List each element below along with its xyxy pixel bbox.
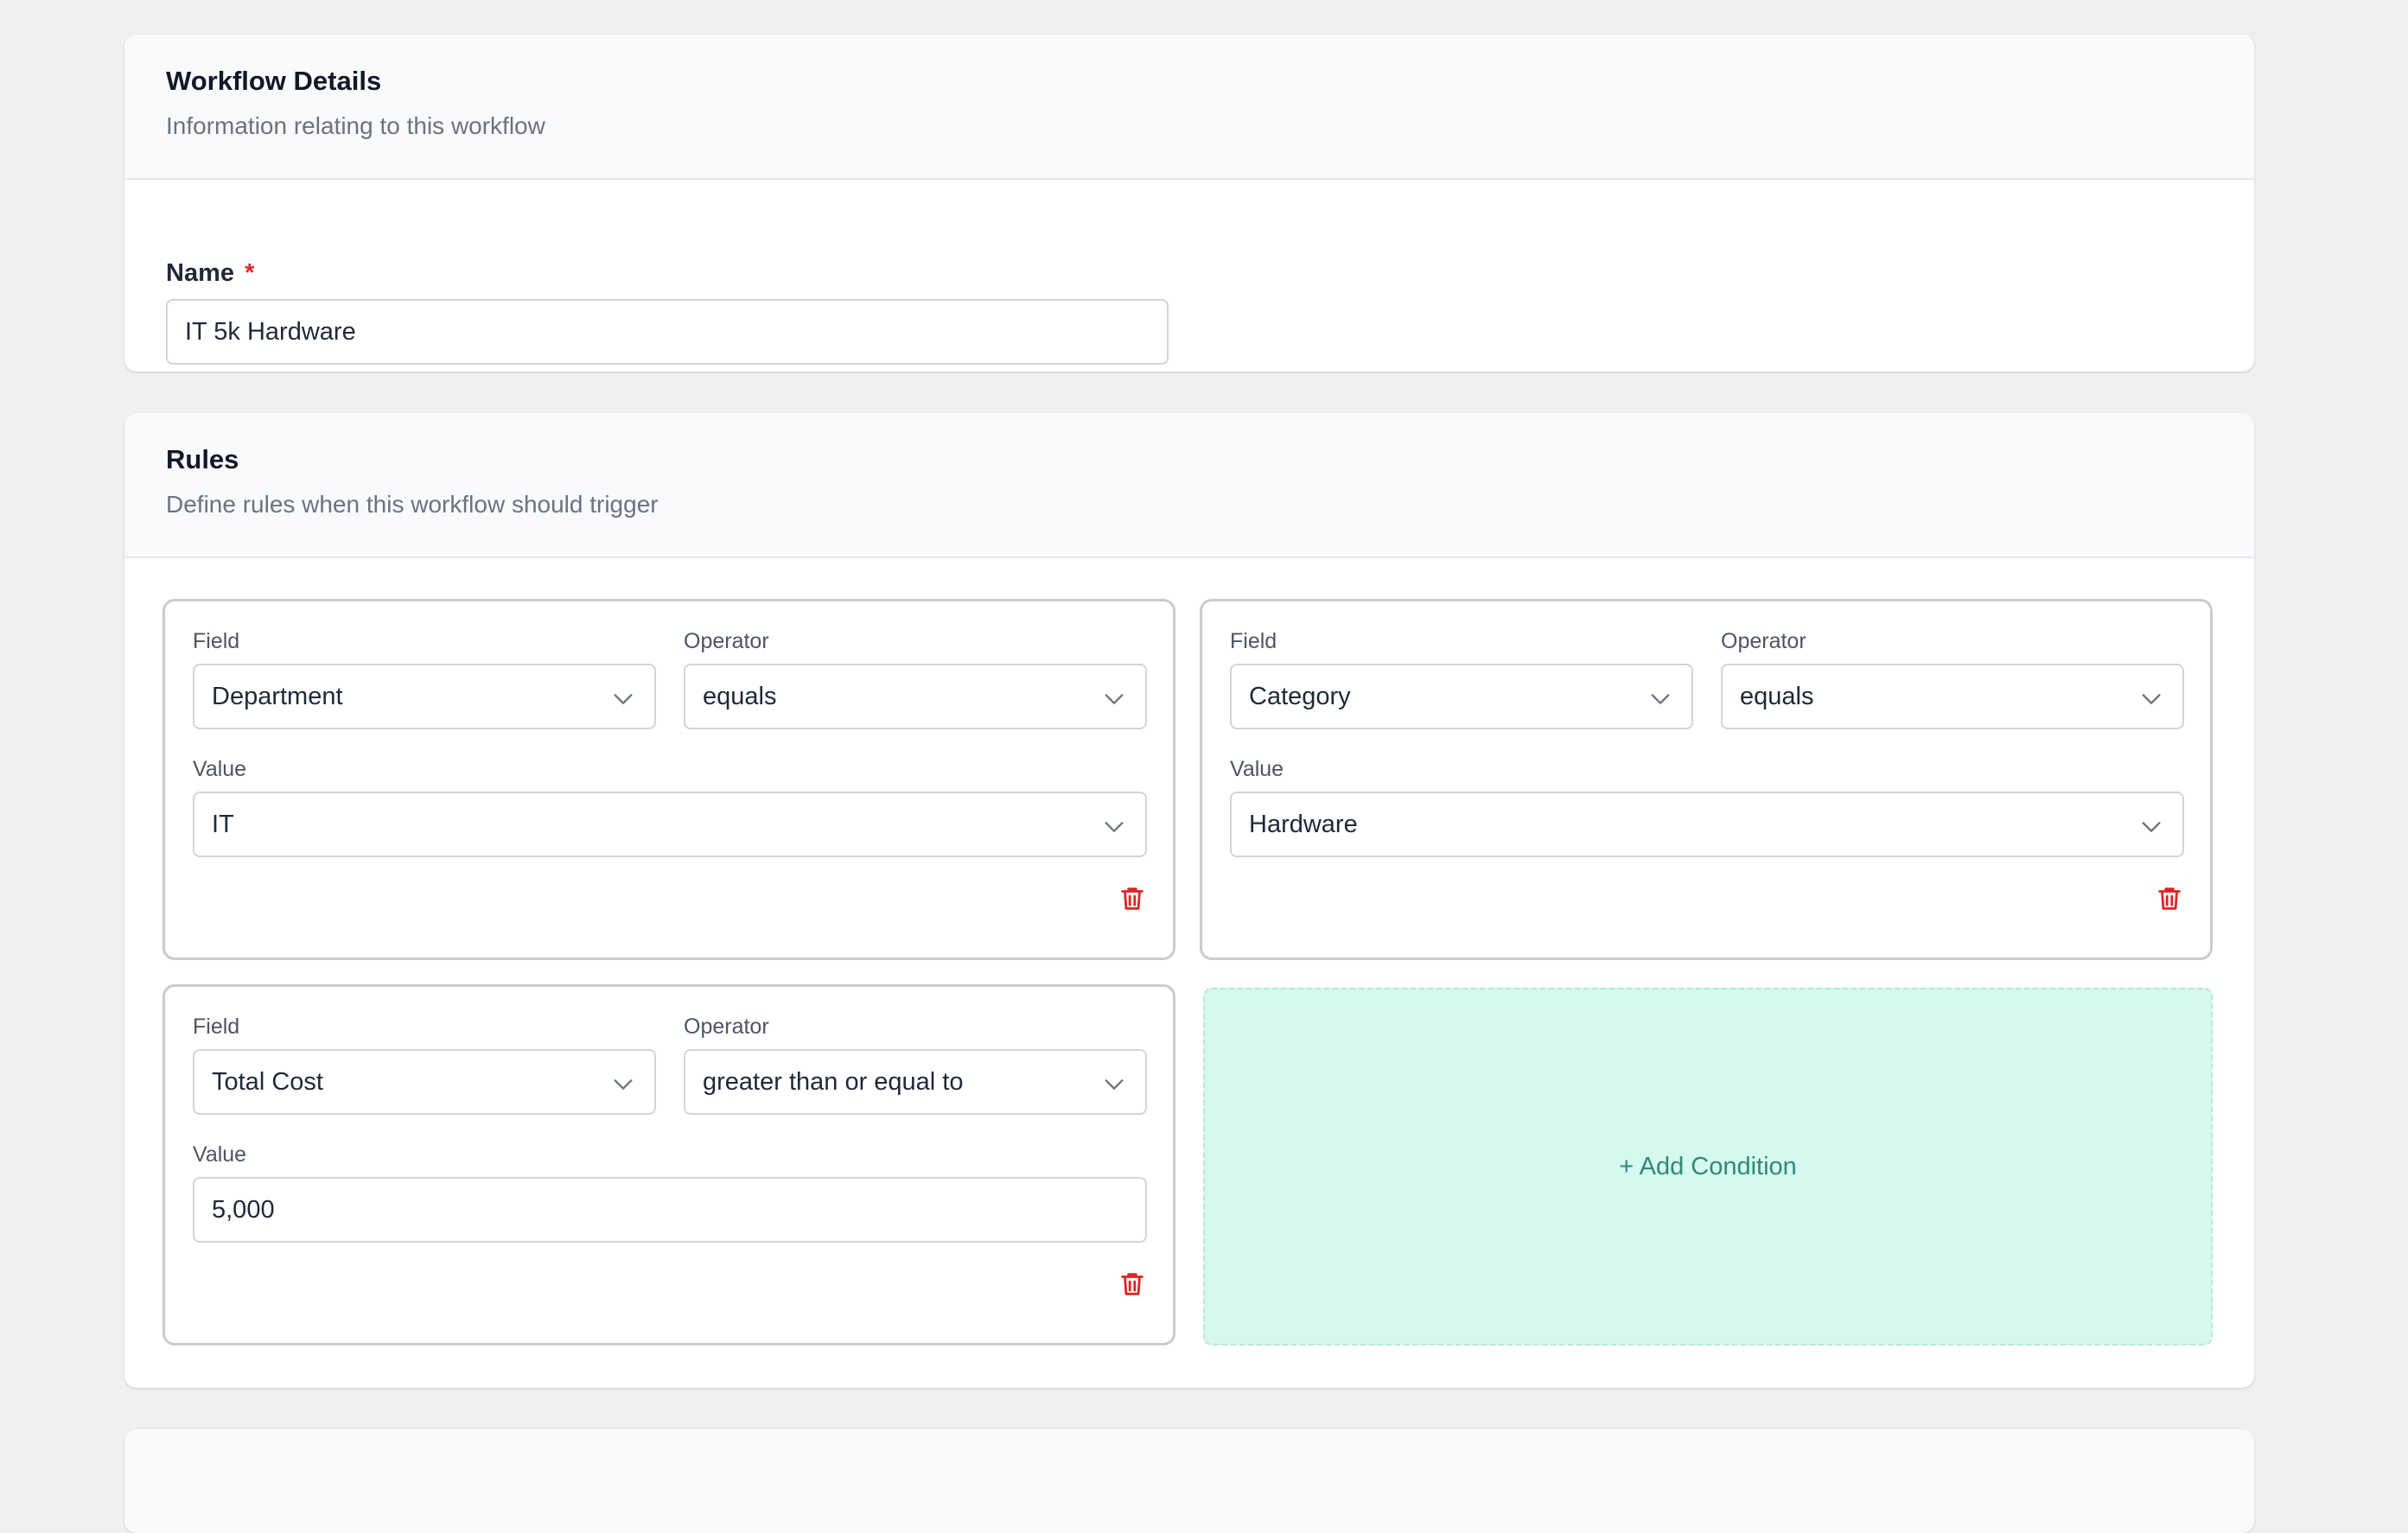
operator-label: Operator xyxy=(1721,629,1806,653)
value-label: Value xyxy=(1230,757,1284,781)
condition-card-department: Field Department Operator equals Value I… xyxy=(162,599,1175,960)
next-section-header xyxy=(124,1429,2254,1533)
add-condition-button[interactable]: + Add Condition xyxy=(1203,988,2213,1345)
operator-select-value: greater than or equal to xyxy=(703,1067,964,1096)
name-label: Name * xyxy=(166,259,254,288)
field-label: Field xyxy=(193,1015,240,1039)
operator-select-value: equals xyxy=(703,682,777,710)
rules-card: Rules Define rules when this workflow sh… xyxy=(124,413,2254,1388)
value-select-value: IT xyxy=(212,810,234,838)
workflow-details-header: Workflow Details Information relating to… xyxy=(124,35,2254,180)
value-select[interactable]: Hardware xyxy=(1230,792,2184,857)
name-label-text: Name xyxy=(166,259,234,287)
workflow-name-input[interactable] xyxy=(166,299,1169,365)
value-select-value: Hardware xyxy=(1249,810,1358,838)
operator-select[interactable]: equals xyxy=(1721,664,2184,729)
chevron-down-icon xyxy=(614,694,633,704)
workflow-details-title: Workflow Details xyxy=(166,66,382,96)
workflow-details-subtitle: Information relating to this workflow xyxy=(166,112,545,140)
operator-select[interactable]: equals xyxy=(684,664,1147,729)
field-label: Field xyxy=(193,629,240,653)
field-select-value: Category xyxy=(1249,682,1351,710)
chevron-down-icon xyxy=(1105,694,1124,704)
chevron-down-icon xyxy=(1105,1079,1124,1090)
field-select[interactable]: Department xyxy=(193,664,656,729)
operator-select[interactable]: greater than or equal to xyxy=(684,1049,1147,1115)
trash-icon[interactable] xyxy=(1118,883,1147,914)
chevron-down-icon xyxy=(2142,694,2161,704)
operator-label: Operator xyxy=(684,629,769,653)
value-input[interactable] xyxy=(193,1177,1147,1243)
chevron-down-icon xyxy=(1105,822,1124,832)
operator-label: Operator xyxy=(684,1015,769,1039)
required-marker: * xyxy=(245,259,255,287)
trash-icon[interactable] xyxy=(1118,1269,1147,1300)
next-section-card xyxy=(124,1429,2254,1533)
value-label: Value xyxy=(193,757,247,781)
rules-title: Rules xyxy=(166,444,239,474)
field-select[interactable]: Category xyxy=(1230,664,1693,729)
chevron-down-icon xyxy=(1651,694,1670,704)
value-select[interactable]: IT xyxy=(193,792,1147,857)
rules-subtitle: Define rules when this workflow should t… xyxy=(166,491,659,518)
chevron-down-icon xyxy=(2142,822,2161,832)
condition-card-category: Field Category Operator equals Value Har… xyxy=(1200,599,2213,960)
rules-header: Rules Define rules when this workflow sh… xyxy=(124,413,2254,558)
field-label: Field xyxy=(1230,629,1277,653)
workflow-details-card: Workflow Details Information relating to… xyxy=(124,35,2254,372)
value-label: Value xyxy=(193,1142,247,1167)
field-select-value: Department xyxy=(212,682,343,710)
operator-select-value: equals xyxy=(1740,682,1814,710)
chevron-down-icon xyxy=(614,1079,633,1090)
field-select[interactable]: Total Cost xyxy=(193,1049,656,1115)
trash-icon[interactable] xyxy=(2155,883,2184,914)
condition-card-total-cost: Field Total Cost Operator greater than o… xyxy=(162,984,1175,1345)
add-condition-label: + Add Condition xyxy=(1619,1152,1797,1180)
field-select-value: Total Cost xyxy=(212,1067,323,1096)
